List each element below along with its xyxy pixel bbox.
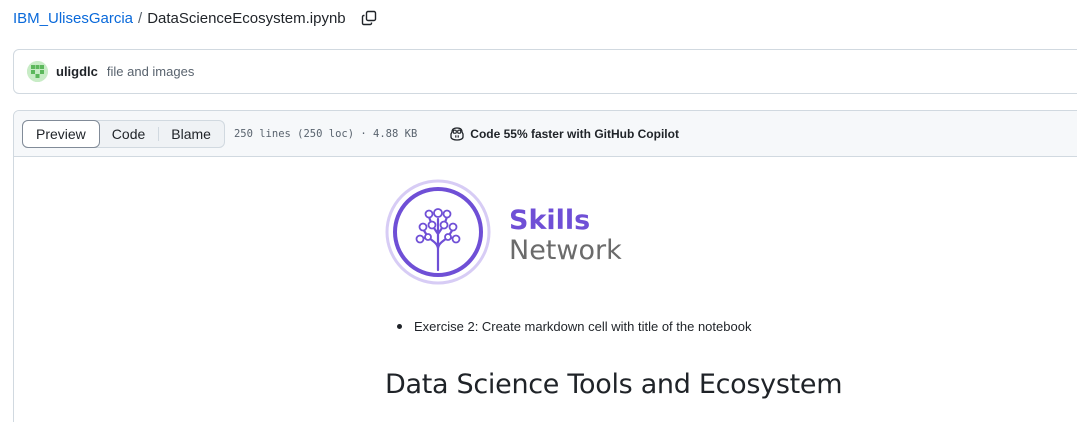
bullet-dot bbox=[397, 324, 402, 329]
logo-word-network: Network bbox=[509, 235, 622, 266]
notebook-title-heading: Data Science Tools and Ecosystem bbox=[385, 369, 843, 400]
list-item: Exercise 2: Create markdown cell with ti… bbox=[397, 319, 751, 334]
skills-network-logo: Skills Network bbox=[385, 179, 635, 289]
skills-network-tree-icon: Skills Network bbox=[385, 179, 622, 285]
identicon-avatar-icon bbox=[27, 61, 48, 82]
breadcrumb: IBM_UlisesGarcia / DataScienceEcosystem.… bbox=[13, 8, 378, 28]
copilot-promo-label: Code 55% faster with GitHub Copilot bbox=[470, 126, 679, 141]
file-viewer: Preview Code Blame 250 lines (250 loc) ·… bbox=[13, 110, 1077, 422]
breadcrumb-separator: / bbox=[138, 9, 143, 27]
file-name: DataScienceEcosystem.ipynb bbox=[147, 9, 346, 27]
tab-code[interactable]: Code bbox=[99, 121, 158, 147]
copilot-icon bbox=[450, 126, 464, 141]
latest-commit-box: uligdlc file and images bbox=[13, 49, 1077, 94]
github-file-page: IBM_UlisesGarcia / DataScienceEcosystem.… bbox=[0, 0, 1077, 422]
file-meta: 250 lines (250 loc) · 4.88 KB bbox=[233, 127, 418, 140]
avatar[interactable] bbox=[27, 61, 48, 82]
tab-blame[interactable]: Blame bbox=[158, 121, 224, 147]
commit-message[interactable]: file and images bbox=[107, 64, 194, 79]
copilot-promo-link[interactable]: Code 55% faster with GitHub Copilot bbox=[449, 127, 679, 141]
markdown-bullet-list: Exercise 2: Create markdown cell with ti… bbox=[397, 319, 751, 334]
file-header: Preview Code Blame 250 lines (250 loc) ·… bbox=[14, 111, 1077, 157]
list-item-text: Exercise 2: Create markdown cell with ti… bbox=[414, 319, 752, 334]
copy-path-button[interactable] bbox=[360, 9, 378, 27]
commit-author[interactable]: uligdlc bbox=[56, 64, 98, 79]
copy-icon bbox=[361, 10, 376, 26]
repo-link[interactable]: IBM_UlisesGarcia bbox=[13, 10, 133, 27]
view-mode-tabs: Preview Code Blame bbox=[22, 119, 225, 148]
tab-preview[interactable]: Preview bbox=[22, 119, 100, 148]
logo-word-skills: Skills bbox=[509, 205, 590, 236]
